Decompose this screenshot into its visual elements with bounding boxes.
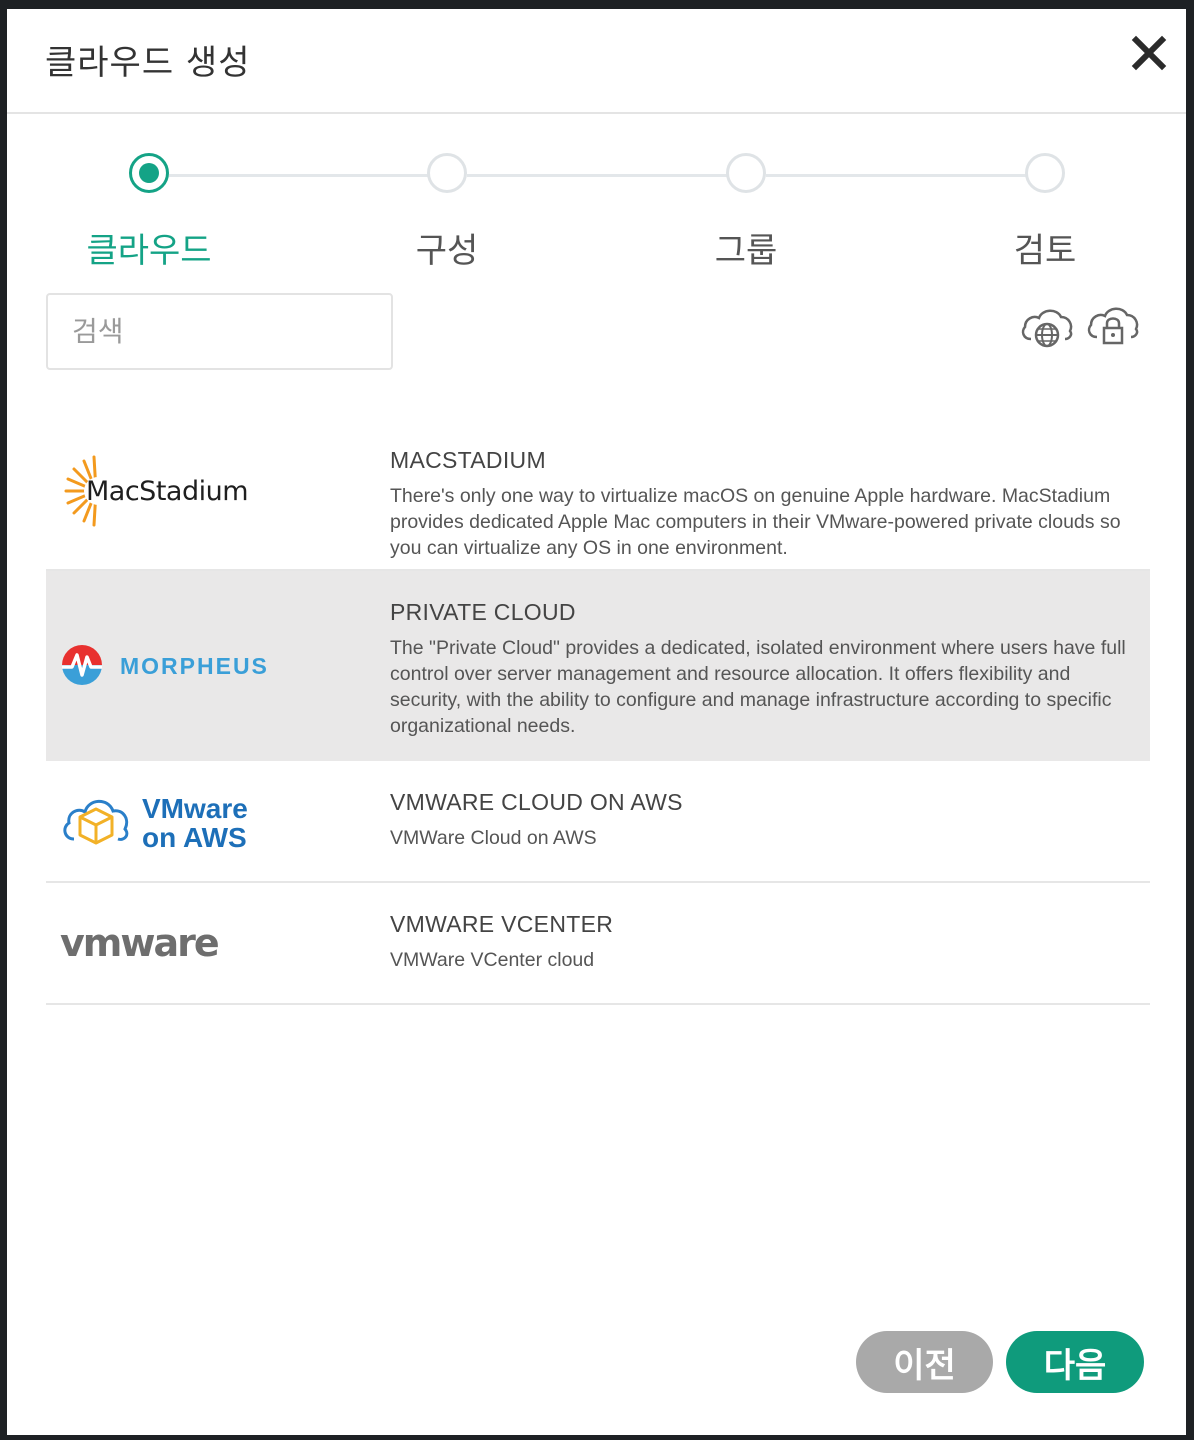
step-connector — [766, 174, 1026, 177]
step-indicator-review — [1025, 153, 1065, 193]
create-cloud-modal: 클라우드 생성 클라우드 구성 그룹 검토 검색 MacStadium MACS… — [7, 9, 1186, 1435]
cloud-option-vmware-aws[interactable]: VMware on AWS VMWARE CLOUD ON AWS VMWare… — [46, 761, 1150, 883]
previous-button[interactable]: 이전 — [856, 1331, 993, 1393]
modal-header: 클라우드 생성 — [7, 9, 1186, 114]
morpheus-logo-text: MORPHEUS — [120, 653, 269, 679]
cloud-option-description: There's only one way to virtualize macOS… — [390, 485, 1121, 559]
cloud-option-title: MACSTADIUM — [390, 447, 546, 473]
step-connector — [169, 174, 429, 177]
cloud-option-description: The "Private Cloud" provides a dedicated… — [390, 637, 1126, 737]
morpheus-logo-wrap: MORPHEUS — [60, 643, 300, 687]
next-button[interactable]: 다음 — [1006, 1331, 1144, 1393]
step-label-config: 구성 — [415, 231, 479, 271]
vmware-logo-wrap: vmware — [60, 921, 260, 965]
step-indicator-cloud — [129, 153, 169, 193]
step-label-review: 검토 — [1013, 231, 1077, 271]
vmware-logo: vmware — [60, 921, 220, 965]
morpheus-logo — [62, 645, 102, 685]
search-input[interactable] — [46, 293, 393, 370]
cloud-option-description: VMWare Cloud on AWS — [390, 827, 597, 849]
cloud-option-vmware-vcenter[interactable]: vmware VMWARE VCENTER VMWare VCenter clo… — [46, 883, 1150, 1005]
cloud-lock-icon[interactable] — [1085, 301, 1141, 351]
cloud-option-title: VMWARE VCENTER — [390, 911, 614, 937]
step-label-group: 그룹 — [714, 231, 778, 271]
cloud-option-description: VMWare VCenter cloud — [390, 949, 595, 971]
cloud-type-list: MacStadium MACSTADIUM There's only one w… — [46, 427, 1150, 1005]
macstadium-logo: MacStadium — [60, 455, 250, 527]
cloud-option-title: PRIVATE CLOUD — [390, 599, 576, 625]
macstadium-logo-text: MacStadium — [86, 476, 249, 507]
cloud-option-private-cloud[interactable]: MORPHEUS PRIVATE CLOUD The "Private Clou… — [46, 571, 1150, 761]
modal-title: 클라우드 생성 — [45, 43, 251, 83]
cloud-option-title: VMWARE CLOUD ON AWS — [390, 789, 683, 815]
vmware-aws-logo-line2: on AWS — [142, 822, 247, 853]
step-label-cloud: 클라우드 — [86, 231, 212, 271]
cloud-option-macstadium[interactable]: MacStadium MACSTADIUM There's only one w… — [46, 427, 1150, 571]
vmware-on-aws-logo — [63, 799, 129, 845]
wizard-stepper: 클라우드 구성 그룹 검토 — [7, 149, 1186, 279]
cloud-globe-icon[interactable] — [1019, 301, 1075, 351]
step-indicator-config — [427, 153, 467, 193]
step-indicator-group — [726, 153, 766, 193]
step-connector — [467, 174, 727, 177]
close-icon[interactable] — [1131, 35, 1167, 71]
vmware-aws-logo-wrap: VMware on AWS — [60, 789, 280, 855]
vmware-aws-logo-line1: VMware — [142, 793, 248, 824]
